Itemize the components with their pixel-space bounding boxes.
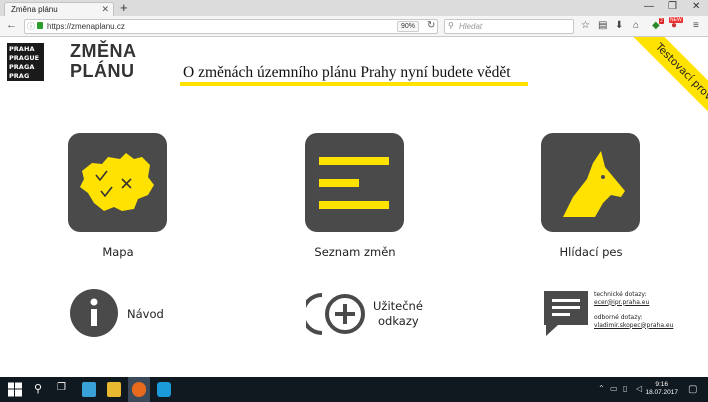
prague-map-icon — [80, 153, 154, 211]
search-input[interactable]: ⚲ Hledat — [444, 19, 574, 34]
battery-icon[interactable]: ▯ — [623, 384, 627, 393]
info-icon[interactable]: ⓘ — [27, 21, 35, 32]
tagline-underline — [180, 82, 528, 86]
map-tile[interactable] — [68, 133, 167, 232]
logo-text: PRA — [9, 72, 24, 80]
back-icon[interactable]: ← — [6, 19, 17, 31]
contact-info: technické dotazy: ecer@ipr.praha.eu odbo… — [594, 291, 673, 329]
search-icon: ⚲ — [448, 21, 454, 30]
tech-contact-label: technické dotazy: — [594, 291, 647, 298]
contact-icon-wrap — [544, 291, 588, 342]
useful-links-button[interactable] — [301, 291, 368, 342]
home-icon[interactable]: ⌂ — [633, 20, 639, 31]
url-text[interactable]: https://zmenaplanu.cz — [47, 22, 125, 31]
site-title[interactable]: ZMĚNA PLÁNU — [70, 41, 137, 81]
chat-bubble-icon — [544, 291, 588, 336]
useful-links-label-line1: Užitečné — [373, 299, 423, 313]
guide-button[interactable] — [70, 289, 118, 342]
dog-head-icon — [563, 151, 625, 217]
minimize-icon[interactable]: — — [644, 1, 654, 12]
logo-text: HA — [24, 45, 35, 53]
addon-new-badge: NEW — [669, 17, 683, 23]
prague-logo[interactable]: PRA HA PRA GUE PRA GA PRA G — [7, 43, 44, 81]
skype-icon[interactable] — [157, 382, 171, 397]
close-tab-icon[interactable]: ✕ — [101, 4, 109, 15]
logo-text: PRA — [9, 54, 24, 62]
url-bar[interactable]: ⓘ https://zmenaplanu.cz 90% ↻ — [24, 19, 438, 34]
browser-tab-bar: Změna plánu ✕ + — ❐ ✕ — [0, 0, 708, 16]
windows-start-icon[interactable] — [8, 382, 22, 397]
logo-text: PRA — [9, 45, 24, 53]
list-icon — [319, 157, 389, 209]
lock-icon — [37, 22, 43, 29]
notifications-icon[interactable]: ▢ — [688, 384, 697, 395]
ribbon-text: Testovací provoz — [623, 37, 708, 141]
logo-text: PRA — [9, 63, 24, 71]
network-icon[interactable]: ▭ — [610, 384, 618, 393]
clock-date: 18.07.2017 — [645, 389, 678, 396]
clock-time: 9:16 — [655, 381, 669, 388]
bookmark-star-icon[interactable]: ☆ — [581, 20, 590, 31]
site-title-line1: ZMĚNA — [70, 41, 137, 61]
new-tab-button[interactable]: + — [120, 0, 128, 15]
download-icon[interactable]: ⬇ — [615, 20, 623, 31]
file-explorer-icon[interactable] — [107, 382, 121, 397]
changes-list-label[interactable]: Seznam změn — [275, 245, 435, 259]
volume-icon[interactable]: ◁ — [636, 384, 642, 393]
expert-contact-email[interactable]: vladimir.skopec@praha.eu — [594, 322, 673, 330]
firefox-icon[interactable] — [132, 382, 146, 397]
watchdog-tile[interactable] — [541, 133, 640, 232]
window-close-icon[interactable]: ✕ — [692, 1, 700, 12]
maximize-icon[interactable]: ❐ — [668, 1, 677, 12]
info-circle-icon — [70, 289, 118, 337]
tray-chevron-icon[interactable]: ⌃ — [598, 384, 605, 393]
page-content: PRA HA PRA GUE PRA GA PRA G ZMĚNA PLÁNU … — [0, 37, 708, 377]
search-placeholder: Hledat — [459, 22, 483, 31]
reading-list-icon[interactable]: ▤ — [598, 20, 607, 31]
useful-links-label-line2: odkazy — [378, 314, 419, 328]
tab-title: Změna plánu — [11, 5, 58, 14]
browser-nav-bar: ← ⓘ https://zmenaplanu.cz 90% ↻ ⚲ Hledat… — [0, 16, 708, 37]
logo-text: G — [24, 72, 30, 80]
taskbar: ⚲ ❐ ⌃ ▭ ▯ ◁ 9:16 18.07.2017 ▢ — [0, 377, 708, 402]
search-taskbar-icon[interactable]: ⚲ — [34, 382, 42, 397]
watchdog-label[interactable]: Hlídací pes — [511, 245, 671, 259]
menu-icon[interactable]: ≡ — [693, 20, 699, 31]
tech-contact-email[interactable]: ecer@ipr.praha.eu — [594, 299, 673, 307]
logo-text: GA — [24, 63, 35, 71]
useful-links-label[interactable]: Užitečné odkazy — [373, 299, 423, 329]
guide-label[interactable]: Návod — [127, 307, 164, 322]
clock[interactable]: 9:16 18.07.2017 — [645, 381, 678, 397]
logo-text: GUE — [24, 54, 40, 62]
expert-contact-label: odborné dotazy: — [594, 314, 643, 321]
tagline: O změnách územního plánu Prahy nyní bude… — [183, 64, 511, 81]
addon-badge: 2 — [659, 18, 664, 24]
add-link-icon — [301, 293, 365, 335]
app-icon[interactable] — [82, 382, 96, 397]
map-label[interactable]: Mapa — [38, 245, 198, 259]
browser-tab[interactable]: Změna plánu ✕ — [4, 2, 114, 16]
zoom-level[interactable]: 90% — [397, 21, 420, 32]
changes-list-tile[interactable] — [305, 133, 404, 232]
test-ribbon: Testovací provoz — [598, 37, 708, 147]
site-title-line2: PLÁNU — [70, 61, 135, 81]
reload-icon[interactable]: ↻ — [427, 20, 435, 31]
task-view-icon[interactable]: ❐ — [57, 382, 66, 397]
